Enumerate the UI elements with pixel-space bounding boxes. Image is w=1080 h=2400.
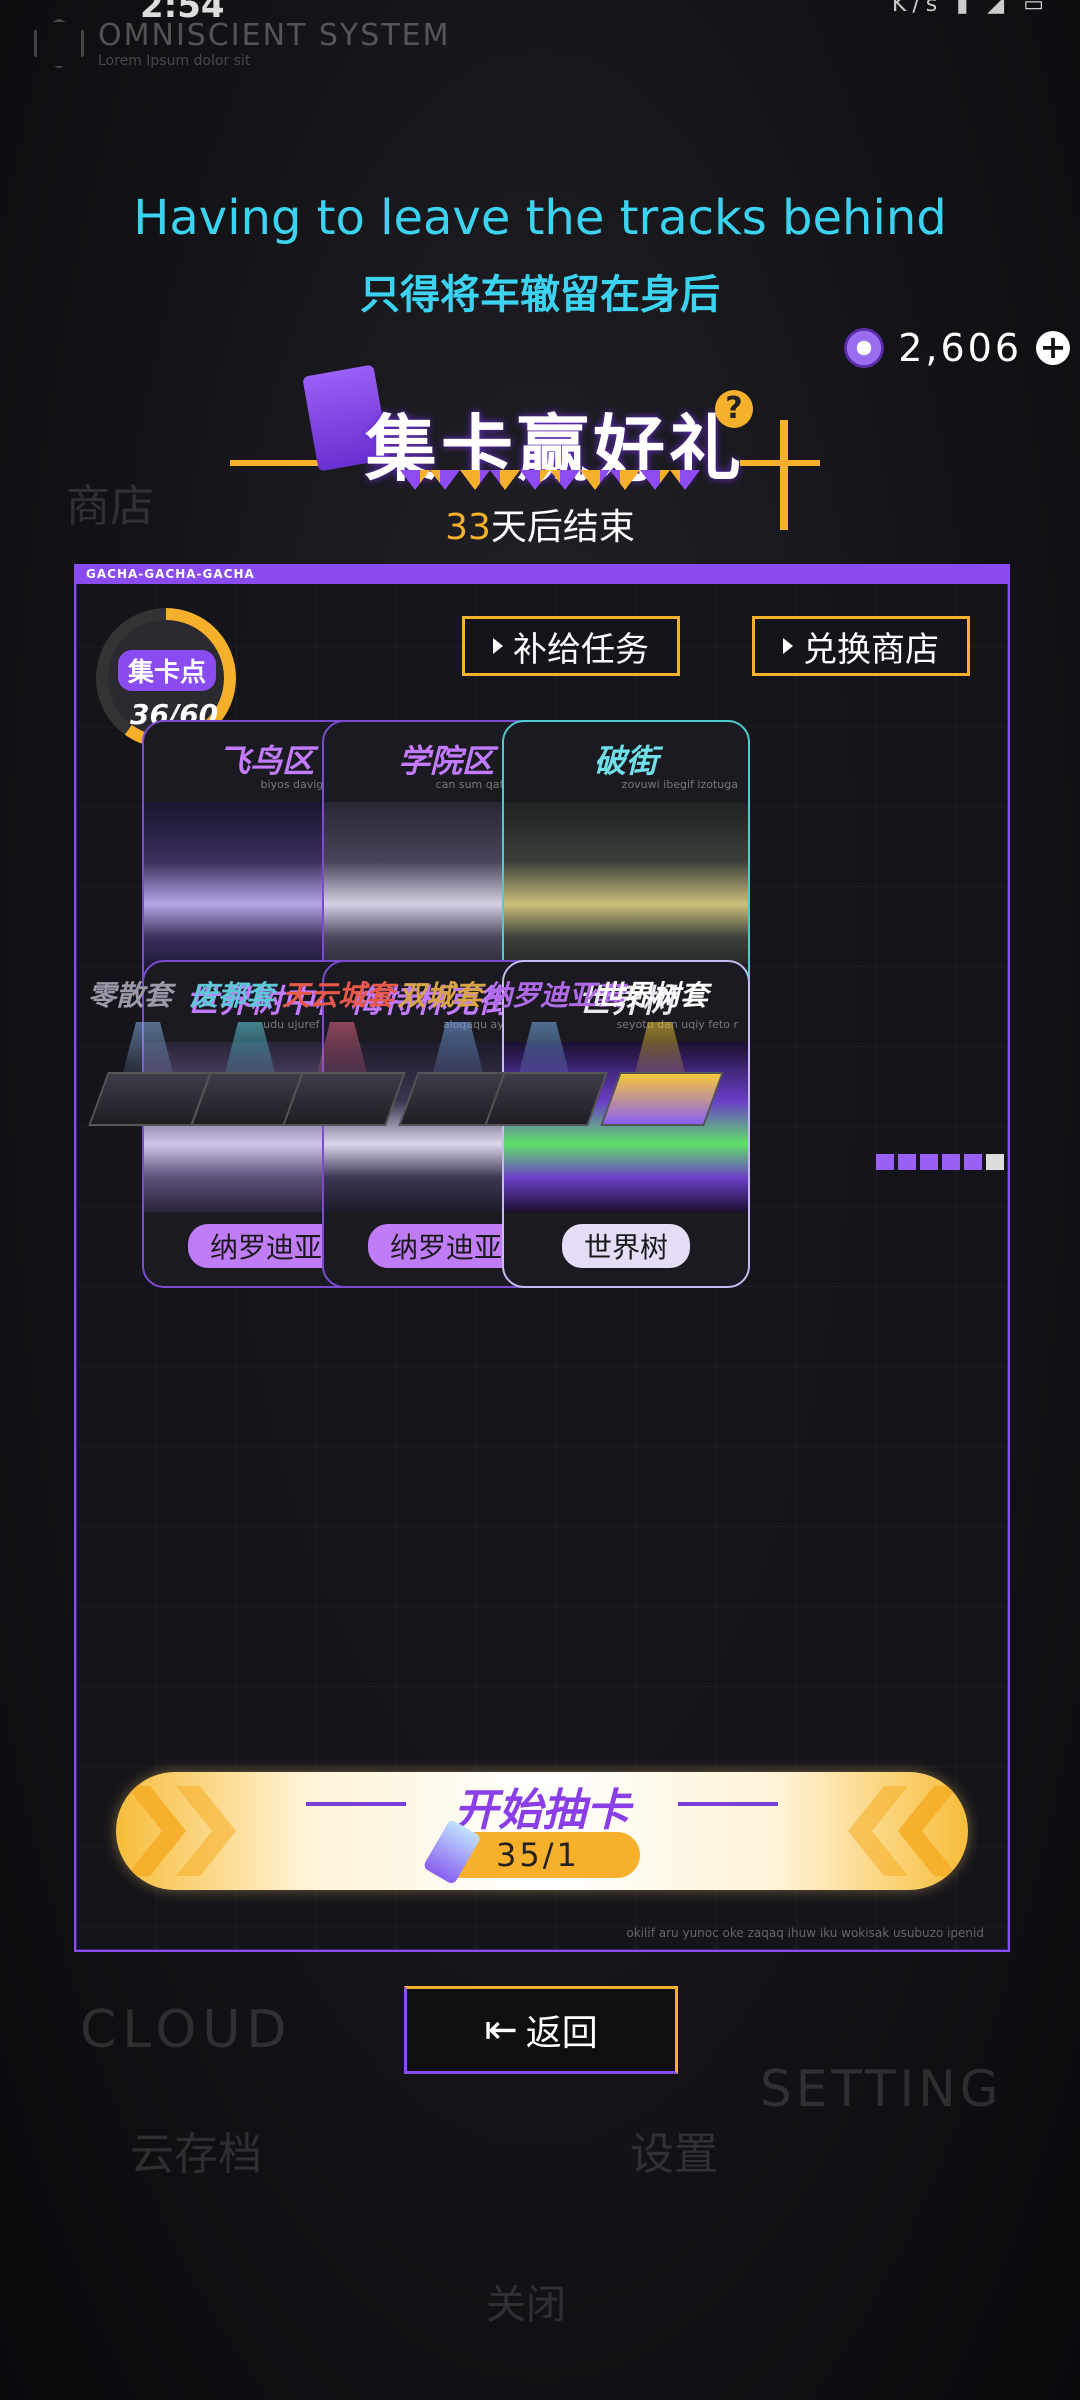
add-currency-button[interactable]: +: [1036, 331, 1070, 365]
exchange-shop-button[interactable]: 兑换商店: [752, 616, 970, 676]
dialogue-subtitle-en: Having to leave the tracks behind: [133, 190, 947, 246]
title-deco-cross-h: [740, 460, 820, 466]
supply-task-label: 补给任务: [513, 629, 649, 670]
set-progress-segment: [876, 1154, 894, 1170]
set-progress-segment: [942, 1154, 960, 1170]
countdown-days: 33: [445, 507, 491, 548]
card-title: 破街: [593, 742, 658, 780]
set-platform-icon: [282, 1072, 406, 1126]
card-set-icon[interactable]: [484, 1022, 608, 1132]
dialogue-subtitle-cn: 只得将车辙留在身后: [360, 272, 720, 318]
set-platform-icon: [484, 1072, 608, 1126]
help-icon[interactable]: ?: [715, 390, 753, 428]
play-arrow-icon: [783, 638, 793, 654]
back-button[interactable]: ⇤ 返回: [404, 1986, 678, 2074]
ghost-settings-label: 设置: [630, 2129, 718, 2180]
ghost-cloud-en: CLOUD: [80, 2000, 293, 2060]
ghost-close-label: 关闭: [486, 2282, 566, 2328]
back-label: 返回: [525, 2013, 598, 2054]
exit-arrow-icon: ⇤: [484, 2007, 518, 2053]
card-artwork: [504, 802, 748, 972]
currency-display: 2,606 +: [844, 326, 1070, 370]
brand-header: OMNISCIENT SYSTEM Lorem Ipsum dolor sit: [34, 18, 450, 69]
card-set-icon[interactable]: [600, 1022, 724, 1132]
currency-icon: [844, 328, 885, 368]
card-set-name: 天云城套: [282, 979, 395, 1012]
card-faction-tag: 纳罗迪亚: [367, 1224, 525, 1268]
brand-tagline: Lorem Ipsum dolor sit: [98, 53, 251, 69]
currency-value: 2,606: [898, 326, 1022, 370]
exchange-shop-label: 兑换商店: [803, 629, 939, 670]
draw-cost-badge: 35/1: [422, 1818, 640, 1886]
card-set-name: 废都套: [190, 979, 275, 1012]
panel-header-text: GACHA-GACHA-GACHA: [86, 567, 255, 581]
card-set-name: 零散套: [88, 979, 173, 1012]
set-progress-segment: [898, 1154, 916, 1170]
card-subtitle: zovuwi ibegif izotuga: [621, 778, 738, 791]
start-draw-label: 开始抽卡: [454, 1785, 630, 1836]
brand-name: OMNISCIENT SYSTEM: [98, 18, 451, 53]
set-progress-segment: [920, 1154, 938, 1170]
panel-header: GACHA-GACHA-GACHA: [76, 566, 1008, 584]
status-icons: K/s ▮ ◢ ▭: [891, 0, 1050, 17]
countdown-suffix: 天后结束: [490, 507, 635, 548]
supply-task-button[interactable]: 补给任务: [462, 616, 680, 676]
card-faction-tag: 纳罗迪亚: [187, 1224, 345, 1268]
card-set-icon[interactable]: [282, 1022, 406, 1132]
draw-cost-text: 35/1: [496, 1836, 580, 1874]
ghost-settings-en: SETTING: [760, 2060, 1003, 2118]
card-set-name: 世界树套: [596, 979, 709, 1012]
gacha-panel: GACHA-GACHA-GACHA 集卡点 36/60 补给任务 兑换商店 飞鸟…: [74, 564, 1010, 1952]
points-label: 集卡点: [118, 650, 217, 691]
brand-logo-icon: [34, 18, 84, 69]
start-draw-button[interactable]: 开始抽卡 35/1: [116, 1772, 968, 1890]
ghost-cloud-label: 云存档: [130, 2129, 262, 2180]
set-platform-icon: [600, 1072, 724, 1126]
points-gauge-inner: 集卡点 36/60: [108, 620, 224, 736]
set-progress-segment: [986, 1154, 1004, 1170]
set-progress-segment: [964, 1154, 982, 1170]
card-set-name: 双城套: [398, 979, 483, 1012]
card-faction-tag: 世界树: [561, 1224, 691, 1268]
event-countdown: 33天后结束: [0, 498, 1080, 550]
play-arrow-icon: [493, 638, 503, 654]
panel-footer-text: okilif aru yunoc oke zaqaq ihuw iku woki…: [626, 1926, 984, 1940]
